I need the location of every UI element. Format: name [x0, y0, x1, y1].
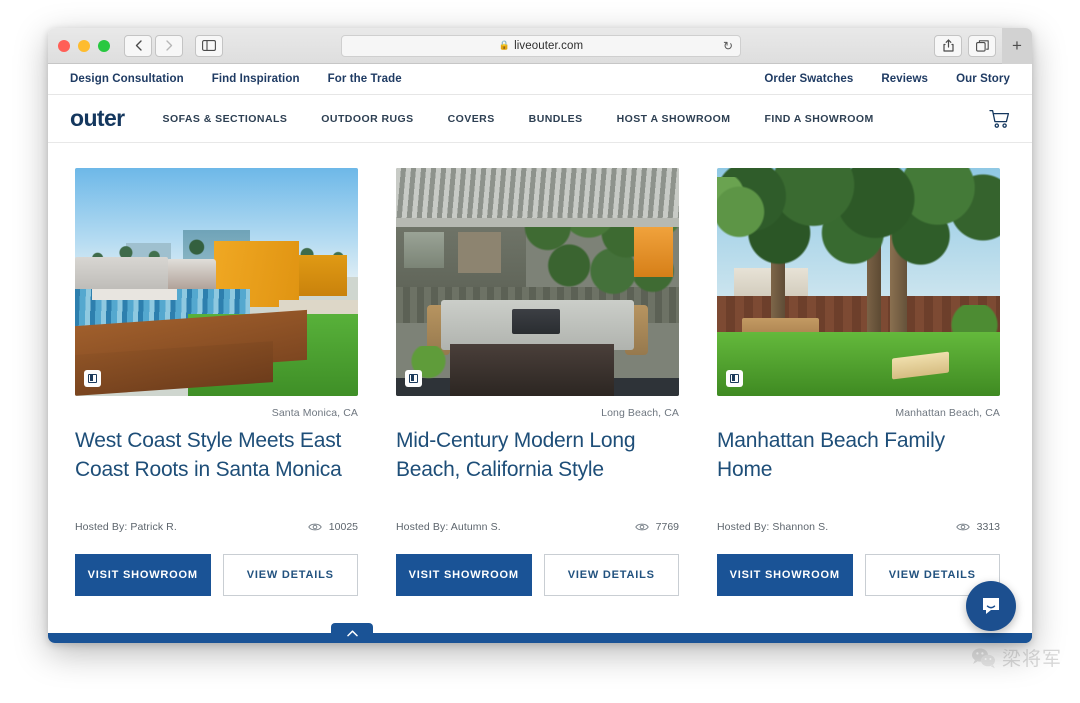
showroom-card-view-count: 7769	[655, 521, 679, 533]
scroll-to-top-button[interactable]	[331, 623, 373, 643]
main-navigation-bar: outer SOFAS & SECTIONALS OUTDOOR RUGS CO…	[48, 95, 1032, 143]
chevron-right-icon	[165, 40, 172, 51]
share-icon	[942, 39, 954, 52]
maximize-window-button[interactable]	[98, 39, 110, 52]
showroom-card-title[interactable]: Manhattan Beach Family Home	[717, 426, 1000, 513]
visit-showroom-button[interactable]: VISIT SHOWROOM	[396, 554, 532, 596]
utility-link-design-consultation[interactable]: Design Consultation	[70, 73, 198, 85]
sticky-bottom-bar-inner	[128, 635, 1032, 643]
showroom-card-image[interactable]	[717, 168, 1000, 396]
brand-logo[interactable]: outer	[70, 105, 125, 132]
nav-link-sofas-sectionals[interactable]: SOFAS & SECTIONALS	[163, 113, 288, 125]
backyard-lawn-photo	[717, 168, 1000, 396]
tabs-overview-button[interactable]	[968, 34, 996, 57]
utility-link-for-the-trade[interactable]: For the Trade	[314, 73, 416, 85]
showroom-card-meta: Hosted By: Shannon S. 3313	[717, 521, 1000, 533]
window-controls	[58, 39, 110, 52]
view-details-button[interactable]: VIEW DETAILS	[543, 554, 679, 596]
close-window-button[interactable]	[58, 39, 70, 52]
sidebar-icon	[202, 40, 216, 51]
visit-showroom-button[interactable]: VISIT SHOWROOM	[717, 554, 853, 596]
tabs-overview-icon	[975, 39, 989, 52]
share-button[interactable]	[934, 34, 962, 57]
showroom-card-location: Manhattan Beach, CA	[895, 407, 1000, 419]
showroom-card-location: Long Beach, CA	[601, 407, 679, 419]
utility-nav-right: Order Swatches Reviews Our Story	[750, 73, 1010, 85]
showroom-card[interactable]: Long Beach, CA Mid-Century Modern Long B…	[396, 168, 679, 596]
showroom-card-views: 10025	[308, 521, 358, 533]
showroom-card-views: 3313	[955, 521, 1000, 533]
browser-right-controls	[934, 34, 996, 57]
showroom-card-view-count: 3313	[976, 521, 1000, 533]
chat-launcher-button[interactable]	[966, 581, 1016, 631]
rooftop-patio-photo	[75, 168, 358, 396]
nav-link-host-a-showroom[interactable]: HOST A SHOWROOM	[617, 113, 731, 125]
back-button[interactable]	[124, 34, 152, 57]
showroom-card-host: Hosted By: Shannon S.	[717, 521, 829, 533]
plus-icon: +	[1012, 36, 1022, 55]
eye-icon	[634, 522, 649, 532]
nav-link-outdoor-rugs[interactable]: OUTDOOR RUGS	[321, 113, 413, 125]
showroom-card-title[interactable]: West Coast Style Meets East Coast Roots …	[75, 426, 358, 513]
photo-gallery-badge[interactable]	[726, 370, 743, 387]
showroom-card-host: Hosted By: Patrick R.	[75, 521, 177, 533]
sidebar-toggle-button[interactable]	[195, 34, 223, 57]
visit-showroom-button[interactable]: VISIT SHOWROOM	[75, 554, 211, 596]
forward-button[interactable]	[155, 34, 183, 57]
photo-gallery-icon	[730, 374, 739, 383]
chevron-left-icon	[135, 40, 142, 51]
showroom-card-host: Hosted By: Autumn S.	[396, 521, 501, 533]
showroom-cards-row: Santa Monica, CA West Coast Style Meets …	[48, 143, 1032, 596]
photo-gallery-badge[interactable]	[405, 370, 422, 387]
utility-link-our-story[interactable]: Our Story	[942, 73, 1010, 85]
showroom-card[interactable]: Santa Monica, CA West Coast Style Meets …	[75, 168, 358, 596]
showroom-card-views: 7769	[634, 521, 679, 533]
photo-gallery-badge[interactable]	[84, 370, 101, 387]
url-text: liveouter.com	[514, 39, 584, 52]
nav-link-bundles[interactable]: BUNDLES	[529, 113, 583, 125]
watermark-text: 梁将军	[1001, 648, 1062, 670]
eye-icon	[955, 522, 970, 532]
showroom-card-image[interactable]	[75, 168, 358, 396]
browser-window: 🔒 liveouter.com ↻ + Design Consultation …	[48, 28, 1032, 643]
utility-link-order-swatches[interactable]: Order Swatches	[750, 73, 867, 85]
utility-nav-bar: Design Consultation Find Inspiration For…	[48, 64, 1032, 95]
navigation-buttons	[124, 34, 183, 57]
showroom-card-actions: VISIT SHOWROOM VIEW DETAILS	[717, 554, 1000, 596]
nav-link-find-a-showroom[interactable]: FIND A SHOWROOM	[764, 113, 873, 125]
new-tab-button[interactable]: +	[1002, 28, 1032, 64]
showroom-card-meta: Hosted By: Patrick R. 10025	[75, 521, 358, 533]
showroom-card-location: Santa Monica, CA	[271, 407, 358, 419]
webpage-content: Design Consultation Find Inspiration For…	[48, 64, 1032, 643]
showroom-card-view-count: 10025	[328, 521, 358, 533]
eye-icon	[308, 522, 322, 532]
utility-nav-left: Design Consultation Find Inspiration For…	[70, 73, 416, 85]
pergola-firepit-photo	[396, 168, 679, 396]
showroom-card[interactable]: Manhattan Beach, CA Manhattan Beach Fami…	[717, 168, 1000, 596]
showroom-card-title[interactable]: Mid-Century Modern Long Beach, Californi…	[396, 426, 679, 513]
showroom-card-actions: VISIT SHOWROOM VIEW DETAILS	[396, 554, 679, 596]
photo-gallery-icon	[409, 374, 418, 383]
nav-link-covers[interactable]: COVERS	[448, 113, 495, 125]
utility-link-reviews[interactable]: Reviews	[867, 73, 942, 85]
shopping-cart-button[interactable]	[989, 109, 1010, 129]
minimize-window-button[interactable]	[78, 39, 90, 52]
wechat-watermark: 梁将军	[971, 644, 1062, 671]
view-details-button[interactable]: VIEW DETAILS	[222, 554, 358, 596]
utility-link-find-inspiration[interactable]: Find Inspiration	[198, 73, 314, 85]
address-bar[interactable]: 🔒 liveouter.com ↻	[341, 34, 741, 57]
reload-icon[interactable]: ↻	[723, 39, 733, 53]
chat-bubble-icon	[983, 598, 999, 614]
lock-icon: 🔒	[498, 40, 511, 50]
browser-title-bar: 🔒 liveouter.com ↻ +	[48, 28, 1032, 64]
showroom-card-meta: Hosted By: Autumn S. 7769	[396, 521, 679, 533]
shopping-cart-icon	[989, 109, 1010, 128]
chevron-up-icon	[346, 629, 358, 636]
wechat-icon	[971, 647, 995, 668]
showroom-card-image[interactable]	[396, 168, 679, 396]
showroom-card-actions: VISIT SHOWROOM VIEW DETAILS	[75, 554, 358, 596]
photo-gallery-icon	[88, 374, 97, 383]
